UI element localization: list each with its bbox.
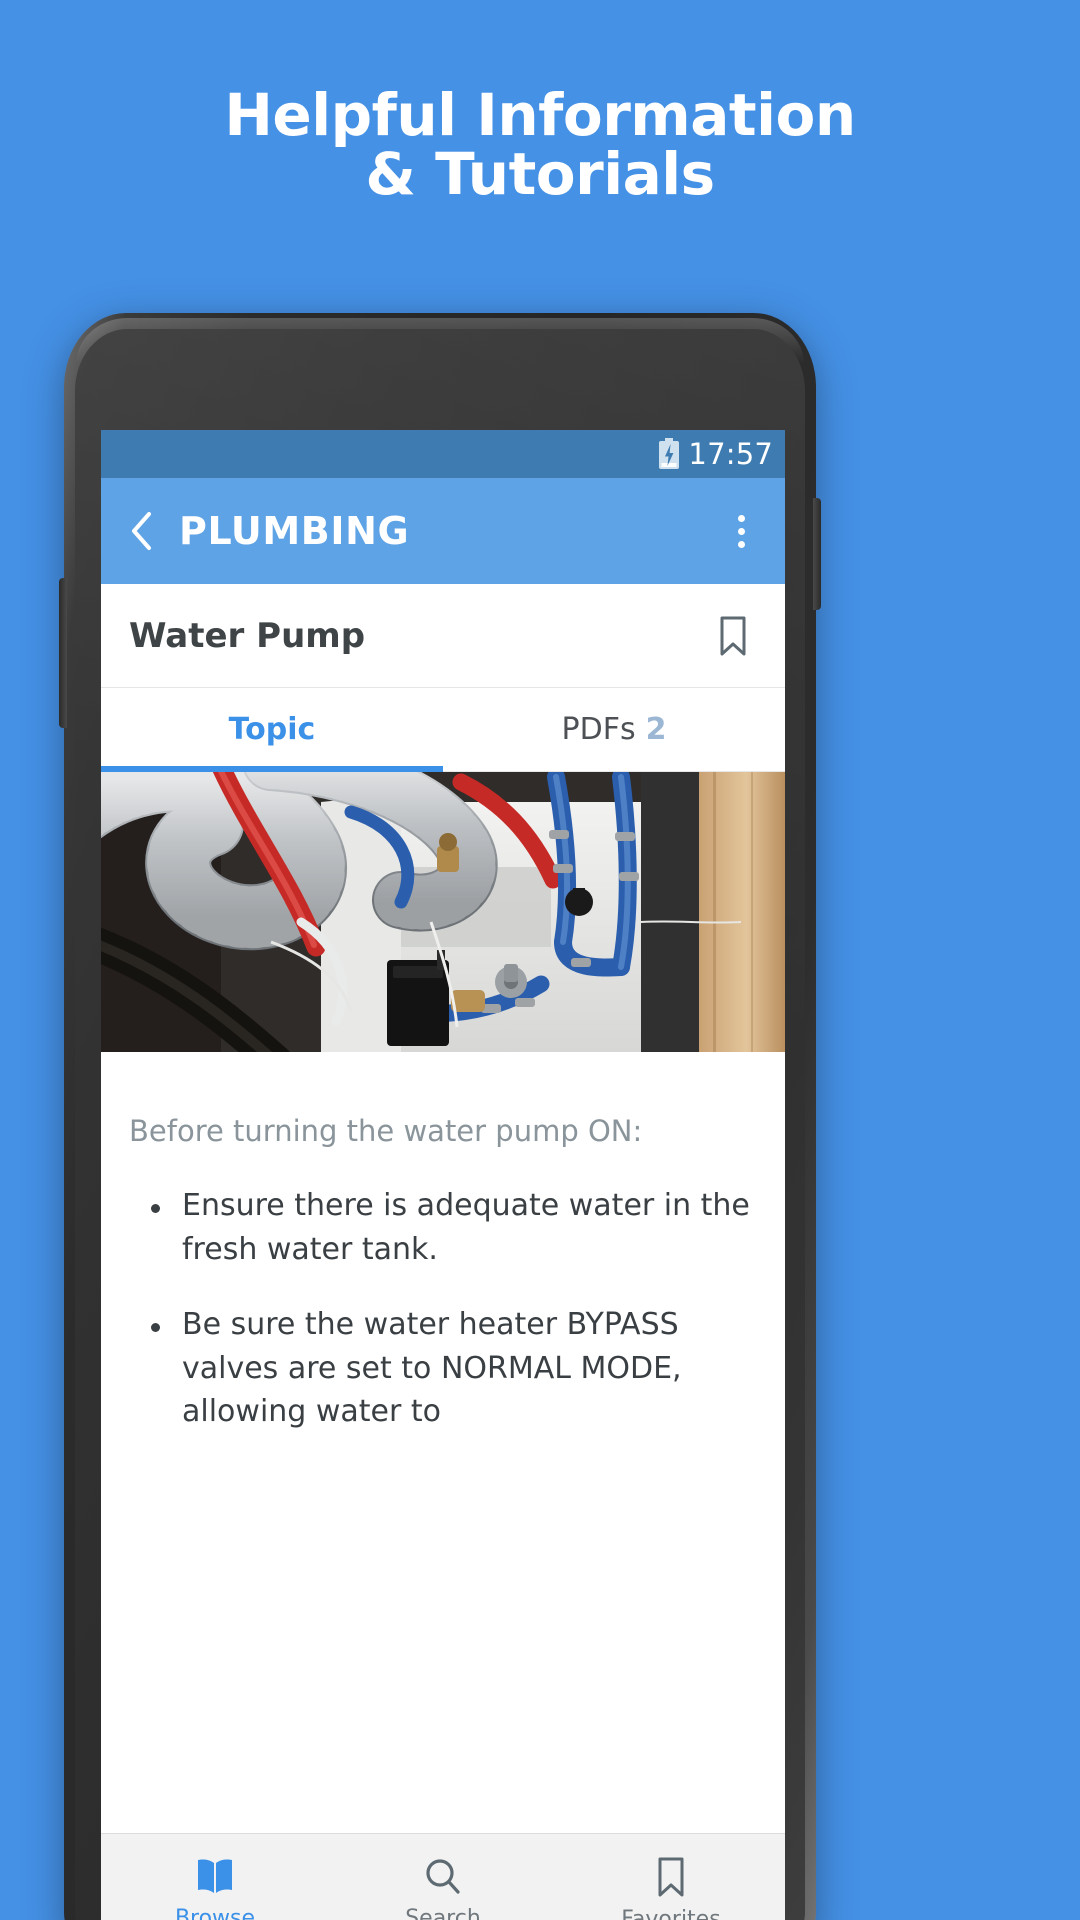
nav-item-favorites-label: Favorites [621,1906,721,1920]
nav-item-browse-label: Browse [174,1905,256,1920]
phone-screen: 17:57 PLUMBING Water Pump Topic PDFs 2 B… [101,430,785,1920]
nav-item-search[interactable]: Search [329,1834,557,1920]
bullet-dot-icon [151,1204,160,1213]
tab-pdfs[interactable]: PDFs 2 [443,688,785,771]
promo-headline-line1: Helpful Information [224,81,856,149]
topic-header: Water Pump [101,584,785,688]
promo-headline: Helpful Information & Tutorials [0,85,1080,209]
search-icon [426,1858,460,1894]
nav-item-search-label: Search [405,1905,481,1920]
nav-item-favorites[interactable]: Favorites [557,1834,785,1920]
status-bar-time: 17:57 [688,437,773,471]
tab-topic[interactable]: Topic [101,688,443,772]
power-button[interactable] [813,498,821,610]
bookmark-outline-icon [658,1857,684,1896]
bottom-navigation-bar: Browse Search Favorites [101,1833,785,1920]
open-book-icon [198,1858,232,1893]
topic-tabs: Topic PDFs 2 [101,688,785,772]
article-hero-image [101,772,785,1052]
list-item: Be sure the water heater BYPASS valves a… [129,1303,757,1434]
back-chevron-icon[interactable] [123,512,161,550]
tab-pdfs-label: PDFs [561,712,636,747]
list-item-text: Be sure the water heater BYPASS valves a… [182,1307,682,1429]
hero-illustration [101,772,785,1052]
bookmark-outline-icon[interactable] [709,612,757,660]
battery-charging-icon [659,438,680,469]
article-body: Before turning the water pump ON: Ensure… [101,1052,785,1434]
app-bar-title: PLUMBING [179,509,410,553]
phone-mockup: 17:57 PLUMBING Water Pump Topic PDFs 2 B… [59,313,821,1920]
tab-pdfs-count: 2 [645,712,667,747]
page-title: Water Pump [129,615,366,656]
article-lead-text: Before turning the water pump ON: [129,1114,643,1148]
overflow-menu-icon[interactable] [721,507,761,555]
list-item-text: Ensure there is adequate water in the fr… [182,1188,750,1267]
overflow-dot [737,527,745,535]
overflow-dot [737,540,745,548]
overflow-dot [737,514,745,522]
promo-headline-line2: & Tutorials [365,140,715,209]
app-bar: PLUMBING [101,478,785,584]
bullet-dot-icon [151,1323,160,1332]
list-item: Ensure there is adequate water in the fr… [129,1184,757,1271]
nav-item-browse[interactable]: Browse [101,1834,329,1920]
status-bar: 17:57 [101,430,785,478]
volume-button[interactable] [59,578,67,728]
tab-topic-label: Topic [228,712,316,747]
article-bullet-list: Ensure there is adequate water in the fr… [129,1184,757,1434]
